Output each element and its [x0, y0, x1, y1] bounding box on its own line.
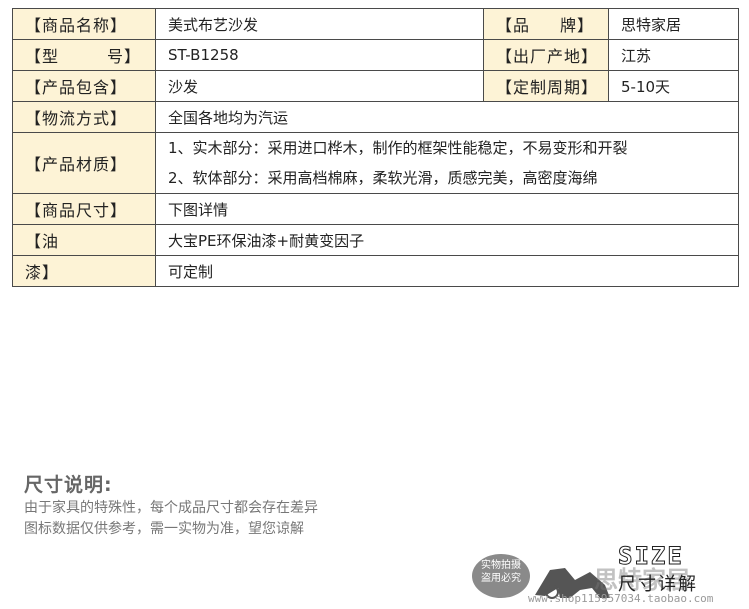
value-logistics: 全国各地均为汽运	[155, 101, 739, 133]
spec-row-paint-2: 漆】 可定制	[12, 255, 739, 287]
spec-row-contents-period: 【产品包含】 沙发 【定制周期】 5-10天	[12, 70, 739, 102]
spec-row-size: 【商品尺寸】 下图详情	[12, 193, 739, 225]
label-logistics: 【物流方式】	[12, 101, 156, 133]
value-contents: 沙发	[155, 70, 484, 102]
value-material: 1、实木部分：采用进口桦木，制作的框架性能稳定，不易变形和开裂 2、软体部分：采…	[155, 132, 739, 194]
photo-stamp: 实物拍摄 盗用必究	[472, 554, 530, 598]
label-paint-part2: 漆】	[12, 255, 156, 287]
size-note-line-2: 图标数据仅供参考，需一实物为准，望您谅解	[24, 521, 304, 537]
label-material: 【产品材质】	[12, 132, 156, 194]
spec-row-material: 【产品材质】 1、实木部分：采用进口桦木，制作的框架性能稳定，不易变形和开裂 2…	[12, 132, 739, 194]
spec-row-logistics: 【物流方式】 全国各地均为汽运	[12, 101, 739, 133]
size-note-line-1: 由于家具的特殊性，每个成品尺寸都会存在差异	[24, 500, 318, 516]
label-size: 【商品尺寸】	[12, 193, 156, 225]
size-note-title: 尺寸说明:	[24, 474, 113, 496]
label-product-name: 【商品名称】	[12, 8, 156, 40]
value-paint: 大宝PE环保油漆+耐黄变因子	[155, 224, 739, 256]
label-model: 【型 号】	[12, 39, 156, 71]
size-heading: SIZE	[618, 542, 684, 571]
value-custom-period: 5-10天	[608, 70, 739, 102]
material-line-soft: 2、软体部分：采用高档棉麻，柔软光滑，质感完美，高密度海绵	[168, 169, 598, 187]
shop-url: www.shop115957034.taobao.com	[528, 592, 714, 605]
spec-row-model-origin: 【型 号】 ST-B1258 【出厂产地】 江苏	[12, 39, 739, 71]
value-origin: 江苏	[608, 39, 739, 71]
value-size: 下图详情	[155, 193, 739, 225]
label-custom-period: 【定制周期】	[483, 70, 609, 102]
spec-row-name-brand: 【商品名称】 美式布艺沙发 【品 牌】 思特家居	[12, 8, 739, 40]
size-banner: 实物拍摄 盗用必究 思特家居 SIZE 尺寸详解 www.shop1159570…	[470, 540, 749, 609]
product-spec-table: 【商品名称】 美式布艺沙发 【品 牌】 思特家居 【型 号】 ST-B1258 【出…	[12, 8, 739, 287]
label-origin: 【出厂产地】	[483, 39, 609, 71]
spec-row-paint-1: 【油 大宝PE环保油漆+耐黄变因子	[12, 224, 739, 256]
material-line-wood: 1、实木部分：采用进口桦木，制作的框架性能稳定，不易变形和开裂	[168, 139, 628, 157]
value-model: ST-B1258	[155, 39, 484, 71]
label-paint-part1: 【油	[12, 224, 156, 256]
value-paint-custom: 可定制	[155, 255, 739, 287]
size-note: 尺寸说明: 由于家具的特殊性，每个成品尺寸都会存在差异 图标数据仅供参考，需一实…	[24, 470, 318, 539]
label-contents: 【产品包含】	[12, 70, 156, 102]
value-product-name: 美式布艺沙发	[155, 8, 484, 40]
value-brand: 思特家居	[608, 8, 739, 40]
label-brand: 【品 牌】	[483, 8, 609, 40]
